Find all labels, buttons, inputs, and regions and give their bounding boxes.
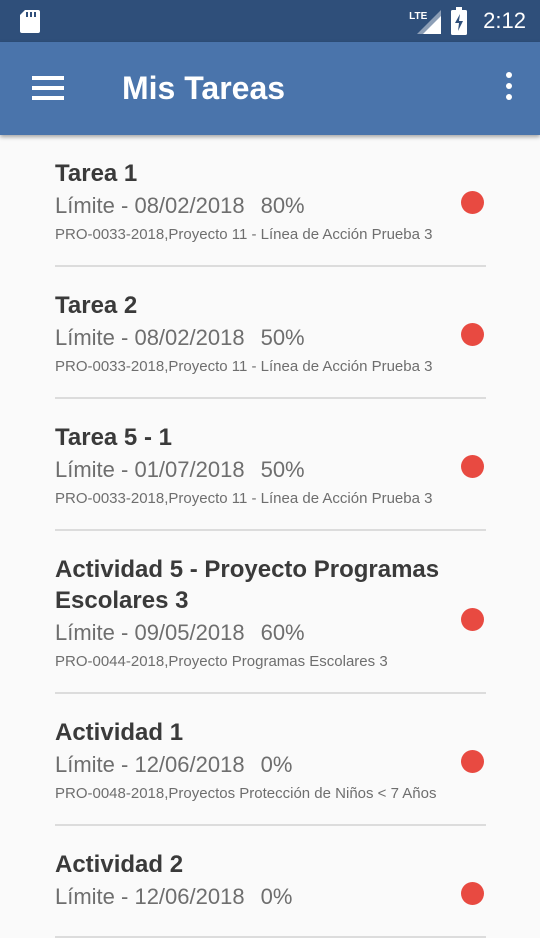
task-progress: 80% [260,193,305,218]
task-project: PRO-0033-2018,Proyecto 11 - Línea de Acc… [55,226,433,243]
hamburger-menu-icon[interactable] [32,76,64,100]
battery-charging-icon [451,7,468,35]
task-title: Actividad 5 - Proyecto Programas Escolar… [55,556,440,614]
task-meta: Límite - 12/06/2018 0% [55,750,486,780]
task-meta: Límite - 01/07/2018 50% [55,455,486,485]
clock: 2:12 [483,8,526,33]
task-progress: 0% [260,884,293,909]
task-item[interactable]: Actividad 5 - Proyecto Programas Escolar… [55,531,486,694]
task-item[interactable]: Actividad 2 Límite - 12/06/2018 0% [55,826,486,938]
task-deadline: Límite - 12/06/2018 [55,752,245,777]
task-deadline: Límite - 09/05/2018 [55,620,245,645]
task-project: PRO-0033-2018,Proyecto 11 - Línea de Acc… [55,358,433,375]
task-project: PRO-0048-2018,Proyectos Protección de Ni… [55,785,437,802]
task-meta: Límite - 08/02/2018 50% [55,323,486,353]
overflow-menu-icon[interactable] [504,72,514,106]
page-title: Mis Tareas [122,70,286,106]
task-title: Actividad 2 [55,851,184,878]
sd-card-icon [20,10,40,33]
task-progress: 60% [260,620,305,645]
task-title: Actividad 1 [55,719,184,746]
task-progress: 50% [260,457,305,482]
task-item[interactable]: Tarea 1 Límite - 08/02/2018 80% PRO-0033-… [55,135,486,267]
task-item[interactable]: Tarea 5 - 1 Límite - 01/07/2018 50% PRO-0… [55,399,486,531]
task-progress: 50% [260,325,305,350]
task-title: Tarea 1 [55,160,138,187]
status-dot-icon [461,750,484,773]
task-item[interactable]: Tarea 2 Límite - 08/02/2018 50% PRO-0033-… [55,267,486,399]
app-bar: Mis Tareas [0,42,540,135]
signal-indicator: LTE [409,8,442,34]
status-icons: LTE 2:12 [409,0,526,42]
status-dot-icon [461,323,484,346]
signal-icon [417,10,442,34]
task-list: Tarea 1 Límite - 08/02/2018 80% PRO-0033-… [0,135,540,938]
task-project: PRO-0044-2018,Proyecto Programas Escolar… [55,653,388,670]
task-deadline: Límite - 12/06/2018 [55,884,245,909]
task-progress: 0% [260,752,293,777]
task-deadline: Límite - 01/07/2018 [55,457,245,482]
status-dot-icon [461,191,484,214]
task-meta: Límite - 08/02/2018 80% [55,191,486,221]
status-bar: LTE 2:12 [0,0,540,42]
task-title: Tarea 5 - 1 [55,424,172,451]
status-dot-icon [461,882,484,905]
task-title: Tarea 2 [55,292,138,319]
status-dot-icon [461,455,484,478]
task-project: PRO-0033-2018,Proyecto 11 - Línea de Acc… [55,490,433,507]
task-item[interactable]: Actividad 1 Límite - 12/06/2018 0% PRO-00… [55,694,486,826]
task-deadline: Límite - 08/02/2018 [55,193,245,218]
status-dot-icon [461,608,484,631]
task-meta: Límite - 09/05/2018 60% [55,618,486,648]
task-meta: Límite - 12/06/2018 0% [55,882,486,912]
task-deadline: Límite - 08/02/2018 [55,325,245,350]
